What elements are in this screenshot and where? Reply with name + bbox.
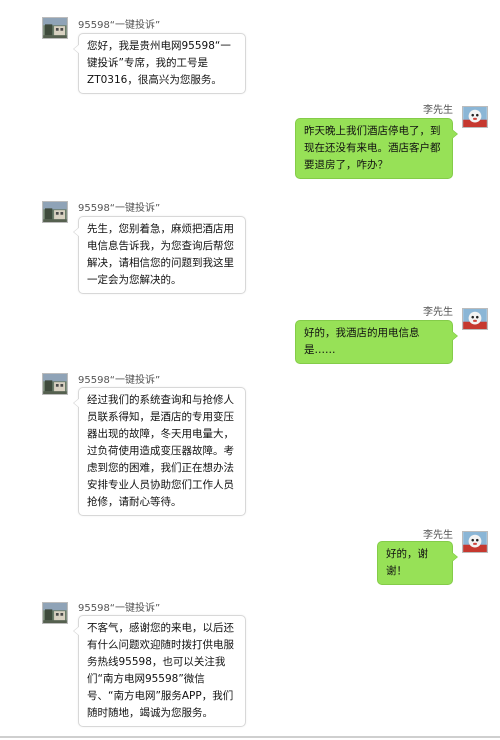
cartoon-mascot-avatar-icon: [463, 532, 487, 552]
agent-avatar-3[interactable]: [42, 373, 68, 395]
outgoing-message-bubble: 好的，谢谢！: [377, 541, 458, 585]
outgoing-message-bubble: 好的，我酒店的用电信息是……: [295, 320, 458, 364]
incoming-message-bubble: 不客气，感谢您的来电，以后还有什么问题欢迎随时拨打供电服务热线95598，也可以…: [73, 615, 246, 727]
agent-building-avatar-icon: [43, 202, 67, 222]
bottom-divider: [0, 736, 500, 738]
agent-name-label: 95598“一键投诉”: [78, 375, 161, 386]
agent-avatar-4[interactable]: [42, 602, 68, 624]
cartoon-mascot-avatar-icon: [463, 309, 487, 329]
customer-name-label: 李先生: [423, 105, 453, 116]
agent-building-avatar-icon: [43, 18, 67, 38]
incoming-message-bubble: 经过我们的系统查询和与抢修人员联系得知，是酒店的专用变压器出现的故障，冬天用电量…: [73, 387, 246, 516]
customer-avatar-3[interactable]: [462, 531, 488, 553]
agent-name-label: 95598“一键投诉”: [78, 203, 161, 214]
customer-name-label: 李先生: [423, 307, 453, 318]
agent-name-label: 95598“一键投诉”: [78, 603, 161, 614]
outgoing-message-bubble: 昨天晚上我们酒店停电了，到现在还没有来电。酒店客户都要退房了，咋办？: [295, 118, 458, 179]
agent-avatar-2[interactable]: [42, 201, 68, 223]
customer-avatar-2[interactable]: [462, 308, 488, 330]
incoming-message-bubble: 先生，您别着急，麻烦把酒店用电信息告诉我，为您查询后帮您解决，请相信您的问题到我…: [73, 216, 246, 294]
cartoon-mascot-avatar-icon: [463, 107, 487, 127]
customer-avatar-1[interactable]: [462, 106, 488, 128]
agent-name-label: 95598“一键投诉”: [78, 20, 161, 31]
chat-conversation: 95598“一键投诉” 您好，我是贵州电网95598“一键投诉”专席，我的工号是…: [0, 0, 500, 740]
customer-name-label: 李先生: [423, 530, 453, 541]
agent-building-avatar-icon: [43, 374, 67, 394]
agent-building-avatar-icon: [43, 603, 67, 623]
agent-avatar-1[interactable]: [42, 17, 68, 39]
incoming-message-bubble: 您好，我是贵州电网95598“一键投诉”专席，我的工号是ZT0316，很高兴为您…: [73, 33, 246, 94]
